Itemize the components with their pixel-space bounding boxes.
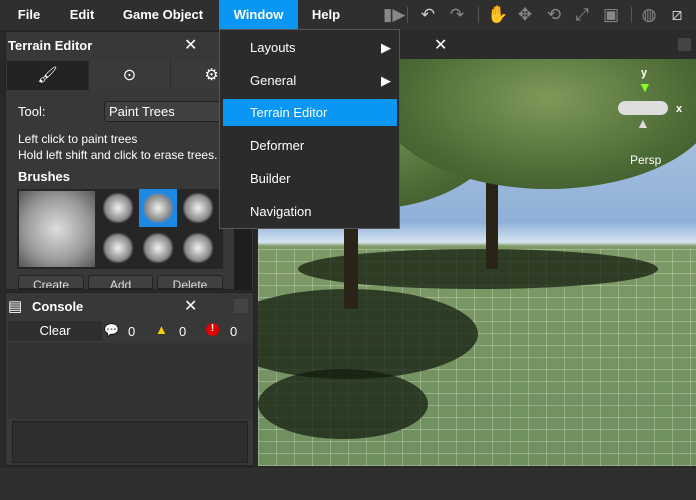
menu-item-layouts[interactable]: Layouts ▶ (223, 34, 397, 61)
tool-label: Tool: (18, 104, 46, 119)
menu-help[interactable]: Help (302, 0, 350, 30)
redo-icon[interactable]: ↷ (447, 5, 467, 25)
console-log (8, 343, 252, 419)
delete-button[interactable]: Delete (157, 275, 223, 289)
console-panel: ▤ Console ✕ Clear 💬 0 ▲ 0 ! 0 (5, 292, 254, 466)
menu-item-general[interactable]: General ▶ (223, 67, 397, 94)
view-gizmo[interactable] (618, 101, 668, 115)
brush-item[interactable] (103, 233, 133, 263)
rect-icon[interactable]: ▣ (601, 5, 621, 25)
menu-game-object[interactable]: Game Object (114, 0, 212, 30)
window-menu-dropdown: Layouts ▶ General ▶ Terrain Editor Deforme… (219, 29, 400, 229)
warning-icon[interactable]: ▲ (155, 322, 168, 337)
gear-icon: ⚙ (204, 67, 219, 84)
console-icon: ▤ (8, 298, 23, 315)
close-icon[interactable]: ✕ (184, 296, 197, 316)
globe-icon[interactable]: ◍ (639, 5, 659, 25)
create-button[interactable]: Create (18, 275, 84, 289)
terrain-tool-icon: ⊙ (122, 67, 137, 84)
brush-item[interactable] (183, 233, 213, 263)
brushes-label: Brushes (18, 169, 71, 184)
chevron-right-icon: ▶ (381, 40, 391, 55)
projection-label[interactable]: Persp (630, 153, 661, 167)
menu-bar: File Edit Game Object Window Help ▮▶ ↶ ↷… (0, 0, 696, 30)
brush-item[interactable] (143, 233, 173, 263)
tab-paint[interactable]: 🖌 (7, 61, 89, 90)
gizmo-y-label: y (641, 67, 648, 79)
help-text-1: Left click to paint trees (18, 132, 138, 146)
menu-item-navigation[interactable]: Navigation (223, 198, 397, 225)
tool-select[interactable]: Paint Trees (104, 101, 234, 122)
error-count: 0 (230, 324, 238, 339)
clear-button[interactable]: Clear (8, 321, 102, 341)
warning-count: 0 (179, 324, 187, 339)
scale-icon[interactable]: ⤢ (572, 5, 592, 25)
menu-item-deformer[interactable]: Deformer (223, 132, 397, 159)
brush-preview (19, 191, 95, 267)
rotate-icon[interactable]: ⟲ (544, 5, 564, 25)
pivot-icon[interactable]: ⧄ (667, 5, 687, 25)
brush-item[interactable] (183, 193, 213, 223)
menu-item-terrain-editor[interactable]: Terrain Editor (223, 99, 397, 126)
close-icon[interactable]: ✕ (184, 35, 197, 55)
brush-grid (17, 189, 223, 269)
gizmo-neg-y[interactable]: ▲ (636, 115, 650, 131)
panel-title: Console (30, 293, 84, 320)
close-icon[interactable]: ✕ (434, 35, 447, 55)
menu-file[interactable]: File (5, 0, 53, 30)
maximize-icon[interactable] (678, 38, 691, 51)
menu-item-builder[interactable]: Builder (223, 165, 397, 192)
brush-item[interactable] (103, 193, 133, 223)
play-step-icon[interactable]: ▮▶ (383, 5, 405, 25)
status-bar (0, 468, 696, 500)
help-text-2: Hold left shift and click to erase trees… (18, 148, 218, 162)
undo-icon[interactable]: ↶ (418, 5, 438, 25)
gizmo-x-label: x (676, 103, 683, 115)
maximize-icon[interactable] (234, 299, 248, 313)
console-detail (12, 421, 248, 463)
menu-edit[interactable]: Edit (58, 0, 106, 30)
info-count: 0 (128, 324, 136, 339)
hand-icon[interactable]: ✋ (487, 5, 508, 25)
brush-item-selected[interactable] (139, 189, 177, 227)
chevron-right-icon: ▶ (381, 73, 391, 88)
panel-title: Terrain Editor (6, 32, 93, 59)
info-icon[interactable]: 💬 (104, 323, 119, 337)
tab-place[interactable]: ⊙ (89, 61, 171, 90)
add-button[interactable]: Add (88, 275, 153, 289)
move-icon[interactable]: ✥ (515, 5, 535, 25)
gizmo-y-axis[interactable]: ▼ (638, 79, 652, 95)
brush-icon: 🖌 (37, 67, 58, 84)
error-icon[interactable]: ! (206, 323, 219, 336)
menu-window[interactable]: Window (219, 0, 298, 30)
